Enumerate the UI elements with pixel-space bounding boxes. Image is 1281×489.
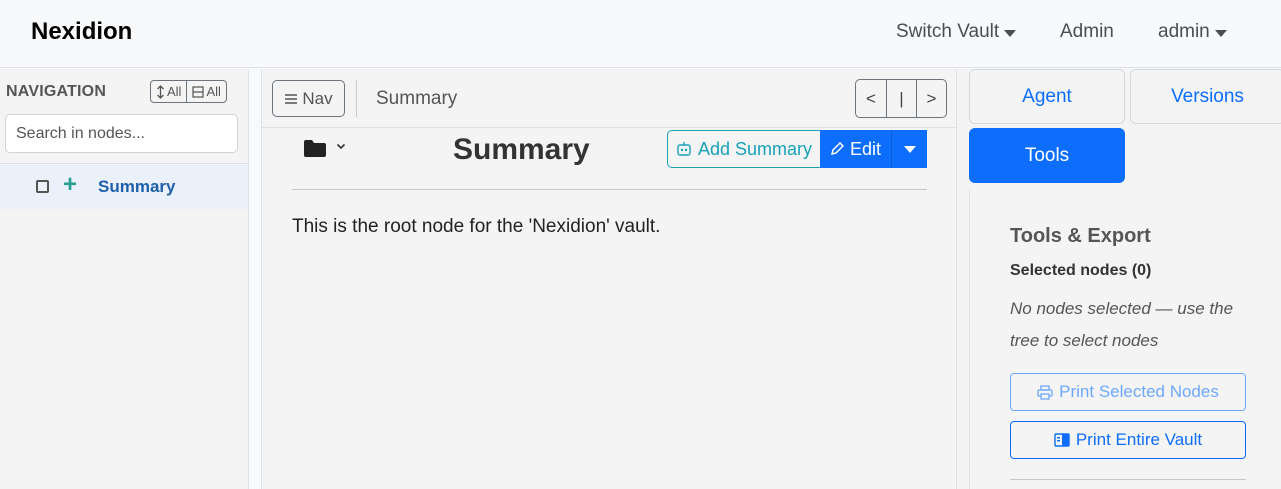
edit-button[interactable]: Edit [820,130,891,168]
node-pager: < | > [855,79,947,118]
tab-versions[interactable]: Versions [1130,69,1281,124]
next-node-button[interactable]: > [916,80,946,117]
caret-down-icon [903,145,916,153]
tab-tools[interactable]: Tools [969,128,1125,183]
add-summary-button[interactable]: Add Summary [667,130,821,168]
right-panel: Agent Versions Tools Tools & Export Sele… [957,69,1281,489]
caret-down-icon [1214,29,1227,37]
main-content: Nav Summary < | > Summary Add Summary Ed… [261,69,957,489]
tree-item-label[interactable]: Summary [98,177,175,197]
navigation-heading: NAVIGATION [6,83,107,100]
switch-vault-label: Switch Vault [896,21,1000,42]
node-content: This is the root node for the 'Nexidion'… [292,216,661,237]
breadcrumb: Summary [376,88,458,109]
sort-icon [157,84,164,99]
folder-icon[interactable] [303,139,327,158]
robot-icon [677,142,691,156]
menu-icon [285,93,298,104]
print-selected-button[interactable]: Print Selected Nodes [1010,373,1246,411]
tree-controls: All All [150,80,227,103]
tools-divider [1010,479,1246,480]
top-navbar: Nexidion Switch Vault Admin admin [0,0,1281,68]
navigation-sidebar: NAVIGATION All All + Summary [0,69,249,489]
admin-label: Admin [1060,21,1114,42]
toggle-nav-button[interactable]: Nav [272,80,345,117]
expand-all-button[interactable]: All [151,81,186,102]
pager-separator-button[interactable]: | [886,80,916,117]
printer-icon [1037,384,1053,400]
expand-all-label: All [167,84,182,99]
collapse-icon [192,85,205,98]
prev-node-button[interactable]: < [856,80,886,117]
selected-nodes-heading: Selected nodes (0) [1010,262,1152,279]
page-title: Summary [453,133,590,166]
sidebar-divider [0,163,248,164]
caret-down-icon [1004,29,1017,37]
collapse-all-label: All [206,84,221,99]
plus-icon[interactable]: + [63,173,77,197]
content-toolbar: Nav Summary < | > [262,69,956,128]
checkbox-icon[interactable] [36,180,49,193]
pencil-icon [830,142,844,156]
node-search-input[interactable] [5,114,238,153]
edit-dropdown-toggle[interactable] [891,130,927,168]
tools-heading: Tools & Export [1010,225,1151,247]
collapse-all-button[interactable]: All [186,81,225,102]
admin-link[interactable]: Admin [1060,21,1114,43]
add-summary-label: Add Summary [697,138,813,159]
toolbar-separator [356,80,357,117]
chevron-down-icon[interactable] [336,143,346,150]
user-menu-dropdown[interactable]: admin [1158,21,1227,43]
print-vault-button[interactable]: Print Entire Vault [1010,421,1246,459]
print-selected-label: Print Selected Nodes [1059,382,1219,401]
tab-agent[interactable]: Agent [969,69,1125,124]
edit-label: Edit [849,138,882,159]
vault-icon [1054,433,1070,447]
no-selection-message: No nodes selected — use the tree to sele… [1010,299,1234,350]
tools-panel: Tools & Export Selected nodes (0) No nod… [969,189,1281,489]
tree-item-summary[interactable]: + Summary [0,165,248,209]
user-label: admin [1158,21,1210,42]
content-divider [292,189,927,190]
nav-button-label: Nav [302,88,333,108]
switch-vault-dropdown[interactable]: Switch Vault [896,21,1017,43]
brand-logo[interactable]: Nexidion [31,18,132,46]
print-vault-label: Print Entire Vault [1075,430,1203,449]
